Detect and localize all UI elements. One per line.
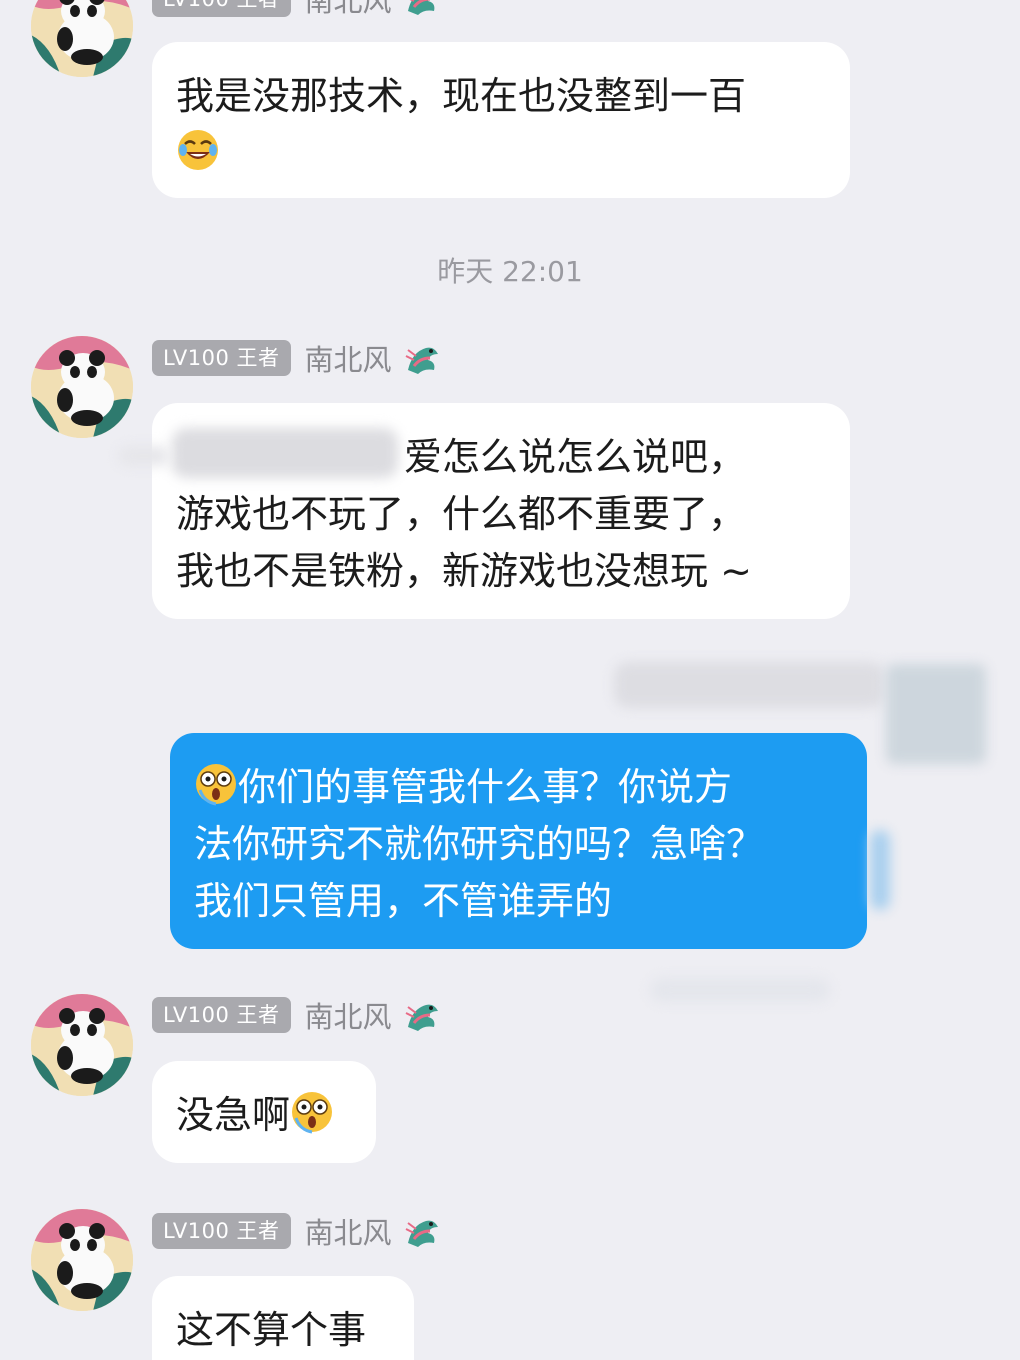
dragon-title-icon bbox=[404, 346, 440, 376]
timestamp: 昨天 22:01 bbox=[437, 255, 583, 288]
shocked-emoji-icon bbox=[194, 762, 238, 806]
sender-meta: LV100 王者 南北风 bbox=[152, 0, 440, 18]
dragon-title-icon bbox=[404, 1219, 440, 1249]
avatar[interactable] bbox=[31, 1209, 133, 1311]
sender-name[interactable]: 南北风 bbox=[305, 994, 392, 1036]
message-text: 你们的事管我什么事？你说方 bbox=[194, 759, 843, 816]
message-text: 这不算个事 bbox=[176, 1308, 367, 1352]
redacted-header bbox=[614, 662, 884, 708]
redacted-fragment bbox=[650, 978, 830, 1002]
message-text: 法你研究不就你研究的吗？急啥？ bbox=[194, 822, 765, 866]
sender-name[interactable]: 南北风 bbox=[305, 337, 392, 379]
message-text: 我们只管用，不管谁弄的 bbox=[194, 879, 613, 923]
avatar[interactable] bbox=[31, 994, 133, 1096]
redacted-mention bbox=[172, 428, 398, 478]
sender-name[interactable]: 南北风 bbox=[305, 0, 392, 20]
laughing-tears-emoji-icon bbox=[176, 128, 220, 172]
shocked-emoji-icon bbox=[290, 1090, 334, 1134]
outgoing-message-bubble[interactable]: 你们的事管我什么事？你说方 法你研究不就你研究的吗？急啥？ 我们只管用，不管谁弄… bbox=[170, 733, 867, 949]
sender-name[interactable]: 南北风 bbox=[305, 1210, 392, 1252]
dragon-title-icon bbox=[404, 1003, 440, 1033]
dragon-title-icon bbox=[404, 0, 440, 17]
message-text: 我也不是铁粉，新游戏也没想玩 ~ bbox=[176, 549, 752, 593]
sender-meta: LV100 王者 南北风 bbox=[152, 996, 440, 1034]
message-bubble[interactable]: 没急啊 bbox=[152, 1061, 376, 1163]
sender-meta: LV100 王者 南北风 bbox=[152, 339, 440, 377]
avatar[interactable] bbox=[31, 0, 133, 77]
level-badge: LV100 王者 bbox=[152, 0, 291, 17]
message-text: 我是没那技术，现在也没整到一百 bbox=[176, 74, 747, 118]
level-badge: LV100 王者 bbox=[152, 997, 291, 1033]
sender-meta: LV100 王者 南北风 bbox=[152, 1212, 440, 1250]
message-text: 游戏也不玩了，什么都不重要了， bbox=[176, 492, 747, 536]
redacted-fragment bbox=[870, 830, 890, 910]
redacted-avatar bbox=[886, 664, 986, 764]
level-badge: LV100 王者 bbox=[152, 340, 291, 376]
message-bubble[interactable]: 这不算个事 bbox=[152, 1276, 414, 1360]
message-bubble[interactable]: 我是没那技术，现在也没整到一百 bbox=[152, 42, 850, 198]
redacted-fragment bbox=[118, 446, 170, 466]
message-text: 没急啊 bbox=[176, 1093, 291, 1137]
avatar[interactable] bbox=[31, 336, 133, 438]
level-badge: LV100 王者 bbox=[152, 1213, 291, 1249]
